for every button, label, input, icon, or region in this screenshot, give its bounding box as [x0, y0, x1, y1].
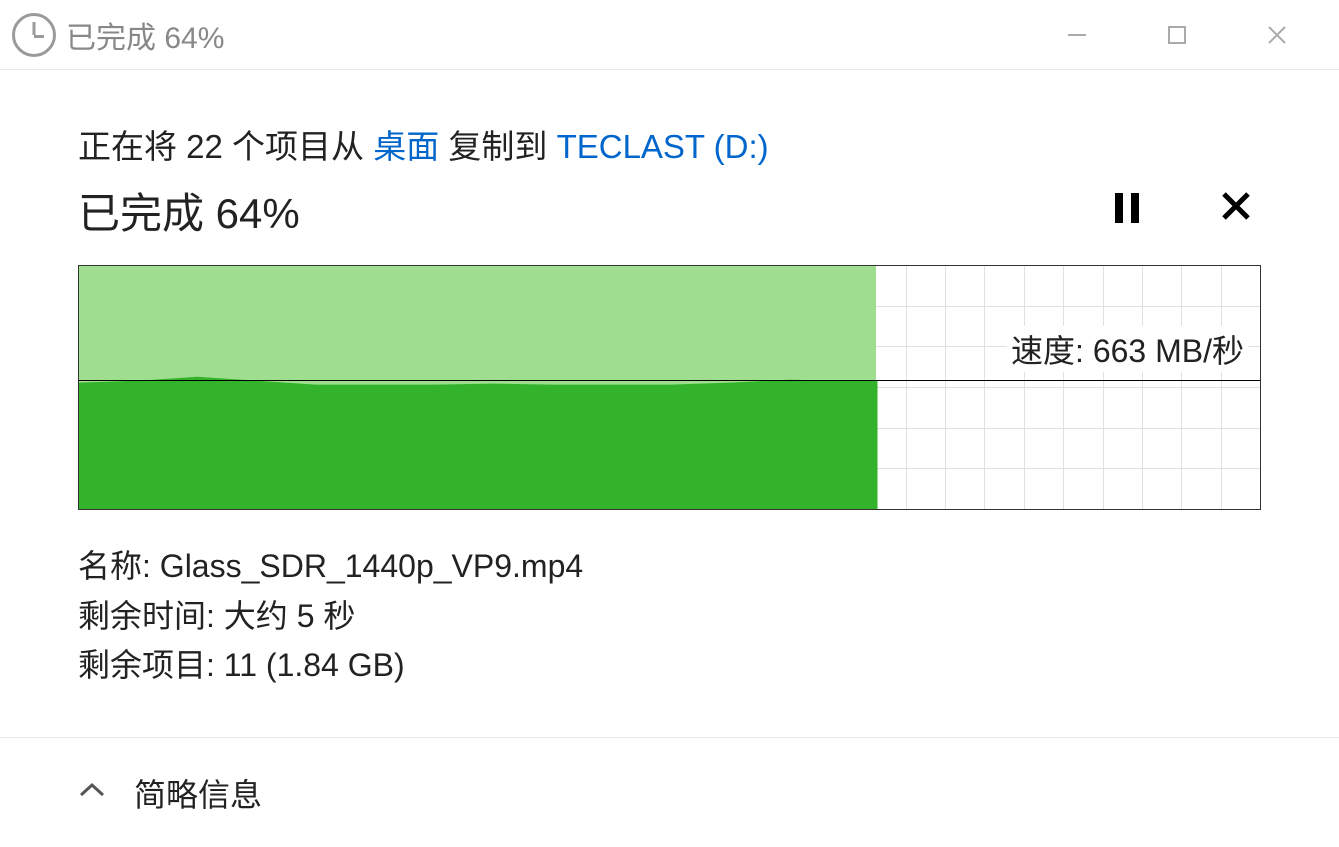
pause-button[interactable] [1113, 191, 1141, 230]
content-area: 正在将 22 个项目从 桌面 复制到 TECLAST (D:) 已完成 64% [0, 70, 1339, 691]
collapse-button[interactable] [78, 781, 106, 804]
titlebar: 已完成 64% [0, 0, 1339, 70]
speed-chart: 速度: 663 MB/秒 [78, 265, 1261, 510]
destination-link[interactable]: TECLAST (D:) [557, 128, 769, 165]
progress-row: 已完成 64% [78, 180, 1261, 241]
maximize-button[interactable] [1157, 15, 1197, 55]
cancel-button[interactable] [1221, 191, 1251, 230]
close-button[interactable] [1257, 15, 1297, 55]
chart-speed-area [79, 266, 878, 509]
source-link[interactable]: 桌面 [373, 128, 439, 165]
speed-indicator-line [79, 380, 1260, 381]
window-title: 已完成 64% [66, 13, 1057, 57]
copy-description: 正在将 22 个项目从 桌面 复制到 TECLAST (D:) [78, 120, 1261, 168]
footer: 简略信息 [0, 737, 1339, 847]
details-section: 名称: Glass_SDR_1440p_VP9.mp4 剩余时间: 大约 5 秒… [78, 542, 1261, 691]
footer-label[interactable]: 简略信息 [134, 770, 262, 816]
detail-items: 剩余项目: 11 (1.84 GB) [78, 641, 1261, 691]
detail-time: 剩余时间: 大约 5 秒 [78, 592, 1261, 642]
copy-prefix: 正在将 22 个项目从 [78, 128, 373, 165]
detail-name: 名称: Glass_SDR_1440p_VP9.mp4 [78, 542, 1261, 592]
progress-label: 已完成 64% [78, 180, 1113, 241]
speed-label: 速度: 663 MB/秒 [1007, 326, 1248, 372]
clock-icon [12, 13, 56, 57]
minimize-button[interactable] [1057, 15, 1097, 55]
window-controls [1057, 15, 1327, 55]
copy-middle: 复制到 [439, 128, 556, 165]
action-buttons [1113, 191, 1261, 230]
